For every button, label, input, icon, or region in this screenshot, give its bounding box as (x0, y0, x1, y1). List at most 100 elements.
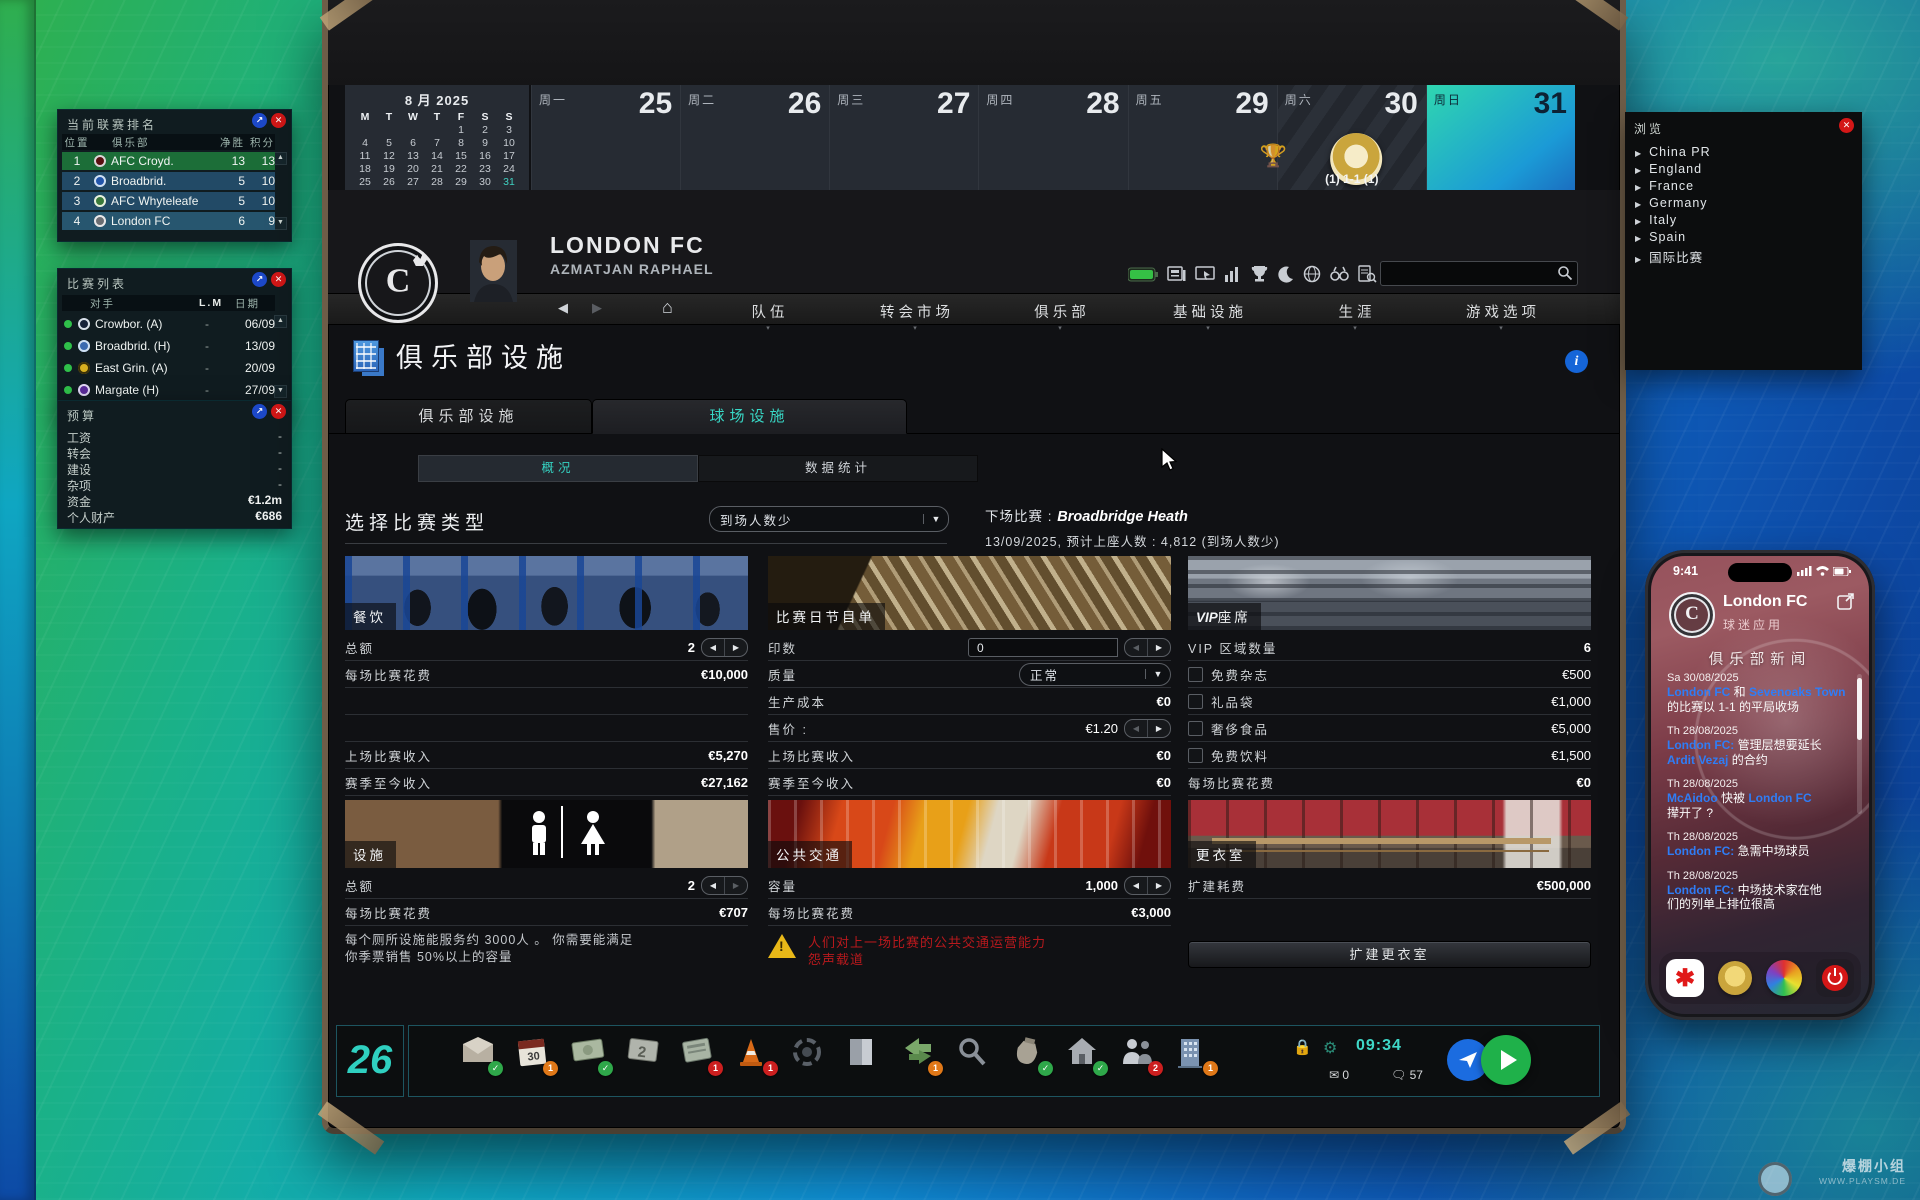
quantity-stepper[interactable]: ◀▶ (701, 876, 748, 895)
checkbox[interactable] (1188, 721, 1203, 736)
wages-icon[interactable]: 2 (626, 1036, 664, 1078)
budget-icon[interactable]: 1 (681, 1036, 719, 1078)
browse-item-international[interactable]: 国际比赛 (1635, 247, 1703, 266)
quality-dropdown[interactable]: 正常 ▼ (1019, 663, 1171, 686)
club-vision-icon[interactable] (791, 1036, 829, 1078)
quantity-stepper[interactable]: ◀▶ (1124, 638, 1171, 657)
close-icon[interactable]: ✕ (271, 404, 286, 419)
print-count-input[interactable]: 0 (968, 638, 1118, 657)
scouting-icon[interactable] (956, 1036, 994, 1078)
list-item[interactable]: Crowbor. (A) - 06/09 (62, 315, 275, 333)
competitions-trophy-icon[interactable] (1251, 265, 1268, 283)
night-mode-icon[interactable] (1277, 266, 1294, 283)
mail-count[interactable]: ✉ 0 (1329, 1068, 1349, 1082)
subtab-stats[interactable]: 数据统计 (698, 455, 978, 482)
expand-dressing-room-button[interactable]: 扩建更衣室 (1188, 941, 1591, 968)
back-icon[interactable]: ◀ (558, 300, 568, 316)
popout-icon[interactable]: ↗ (252, 404, 267, 419)
power-app-icon[interactable] (1816, 959, 1854, 997)
medal-app-icon[interactable] (1718, 961, 1752, 995)
close-icon[interactable]: ✕ (1839, 118, 1854, 133)
scroll-down-icon[interactable]: ▼ (274, 217, 287, 230)
finances-icon[interactable]: ✓ (571, 1036, 609, 1078)
day-cell[interactable]: 周四28 (978, 85, 1127, 190)
training-cone-icon[interactable]: 1 (736, 1036, 774, 1078)
checkbox[interactable] (1188, 667, 1203, 682)
transfers-icon[interactable]: 1 (901, 1036, 939, 1078)
day-cell[interactable]: 周三27 (829, 85, 978, 190)
nav-tab-transfers[interactable]: 转会市场 (880, 301, 954, 322)
scouting-binoculars-icon[interactable] (1330, 266, 1349, 282)
income-icon[interactable]: ✓ (1011, 1036, 1049, 1078)
info-icon[interactable]: i (1565, 350, 1588, 373)
phone-scrollbar-thumb[interactable] (1857, 678, 1862, 740)
browse-item-china[interactable]: China PR (1635, 145, 1711, 159)
home-icon[interactable]: ⌂ (662, 297, 673, 318)
staff-people-icon[interactable]: 2 (1121, 1036, 1159, 1078)
browse-item-england[interactable]: England (1635, 162, 1702, 176)
nav-tab-career[interactable]: 生涯 (1339, 301, 1376, 322)
table-row[interactable]: 4 London FC 6 9 (62, 212, 275, 230)
quantity-stepper[interactable]: ◀▶ (1124, 719, 1171, 738)
display-icon[interactable] (1195, 266, 1215, 283)
nav-tab-squad[interactable]: 队伍 (752, 301, 789, 322)
club-building-icon[interactable]: 1 (1176, 1036, 1214, 1078)
day-cell[interactable]: 周一25 (531, 85, 680, 190)
day-cell-match[interactable]: 周六30 🏆 (1) 1-1 (1) (1277, 85, 1426, 190)
list-item[interactable]: Margate (H) - 27/09 (62, 381, 275, 399)
app-icon-n[interactable]: ✱ (1666, 959, 1704, 997)
news-item[interactable]: Th 28/08/2025 McAidoo 快被 London FC 撵开了 ? (1667, 778, 1847, 820)
news-icon[interactable] (1167, 266, 1186, 283)
popout-icon[interactable]: ↗ (252, 113, 267, 128)
scroll-up-icon[interactable]: ▲ (274, 315, 287, 328)
close-icon[interactable]: ✕ (271, 272, 286, 287)
nav-tab-club[interactable]: 俱乐部 (1034, 301, 1090, 322)
chevron-down-icon[interactable]: ▼ (923, 514, 948, 524)
quantity-stepper[interactable]: ◀▶ (701, 638, 748, 657)
checkbox[interactable] (1188, 748, 1203, 763)
nav-tab-infrastructure[interactable]: 基础设施 (1173, 301, 1247, 322)
search-input[interactable] (1381, 262, 1577, 285)
table-row[interactable]: 2 Broadbrid. 5 10 (62, 172, 275, 190)
checkbox[interactable] (1188, 694, 1203, 709)
browse-item-italy[interactable]: Italy (1635, 213, 1677, 227)
stadium-home-icon[interactable]: ✓ (1066, 1036, 1104, 1078)
matchtype-dropdown[interactable]: 到场人数少 ▼ (709, 506, 949, 532)
table-row[interactable]: 1 AFC Croyd. 13 13 (62, 152, 275, 170)
scroll-down-icon[interactable]: ▼ (274, 385, 287, 398)
schedule-icon[interactable]: 30 1 (516, 1036, 554, 1078)
table-row[interactable]: 3 AFC Whyteleafe 5 10 (62, 192, 275, 210)
news-item[interactable]: Th 28/08/2025 London FC: 急需中场球员 (1667, 831, 1847, 859)
nav-tab-game-options[interactable]: 游戏选项 (1466, 301, 1540, 322)
open-external-icon[interactable] (1837, 592, 1855, 615)
list-item[interactable]: East Grin. (A) - 20/09 (62, 359, 275, 377)
forward-icon[interactable]: ▶ (592, 300, 602, 316)
news-item[interactable]: Th 28/08/2025 London FC: 中场技术家在他 们的列单上排位… (1667, 870, 1847, 912)
world-icon[interactable] (1303, 265, 1321, 283)
stats-icon[interactable] (1224, 266, 1242, 283)
manager-energy-icon[interactable] (1128, 267, 1158, 282)
search-box[interactable] (1380, 261, 1578, 286)
scroll-up-icon[interactable]: ▲ (274, 152, 287, 165)
inbox-icon[interactable]: ✓ (461, 1036, 499, 1078)
color-wheel-app-icon[interactable] (1766, 960, 1802, 996)
browse-item-germany[interactable]: Germany (1635, 196, 1708, 210)
chat-count[interactable]: 🗨 57 (1391, 1068, 1423, 1082)
gear-icon[interactable]: ⚙ (1323, 1038, 1337, 1058)
tab-club-facilities[interactable]: 俱乐部设施 (345, 399, 592, 434)
day-cell-today[interactable]: 周日31 (1426, 85, 1575, 190)
documents-icon[interactable] (846, 1036, 884, 1078)
mini-calendar[interactable]: 8 月 2025 MTWTFSS 123 45678910 1112131415… (345, 85, 529, 190)
tab-stadium-facilities[interactable]: 球场设施 (592, 399, 907, 434)
day-cell[interactable]: 周二26 (680, 85, 829, 190)
popout-icon[interactable]: ↗ (252, 272, 267, 287)
list-item[interactable]: Broadbrid. (H) - 13/09 (62, 337, 275, 355)
browse-item-france[interactable]: France (1635, 179, 1694, 193)
browse-item-spain[interactable]: Spain (1635, 230, 1686, 244)
subtab-overview[interactable]: 概况 (418, 455, 698, 482)
close-icon[interactable]: ✕ (271, 113, 286, 128)
day-cell[interactable]: 周五29 (1128, 85, 1277, 190)
news-item[interactable]: Th 28/08/2025 London FC: 管理层想要延长 Ardit V… (1667, 725, 1847, 767)
news-item[interactable]: Sa 30/08/2025 London FC 和 Sevenoaks Town… (1667, 672, 1847, 714)
quantity-stepper[interactable]: ◀▶ (1124, 876, 1171, 895)
